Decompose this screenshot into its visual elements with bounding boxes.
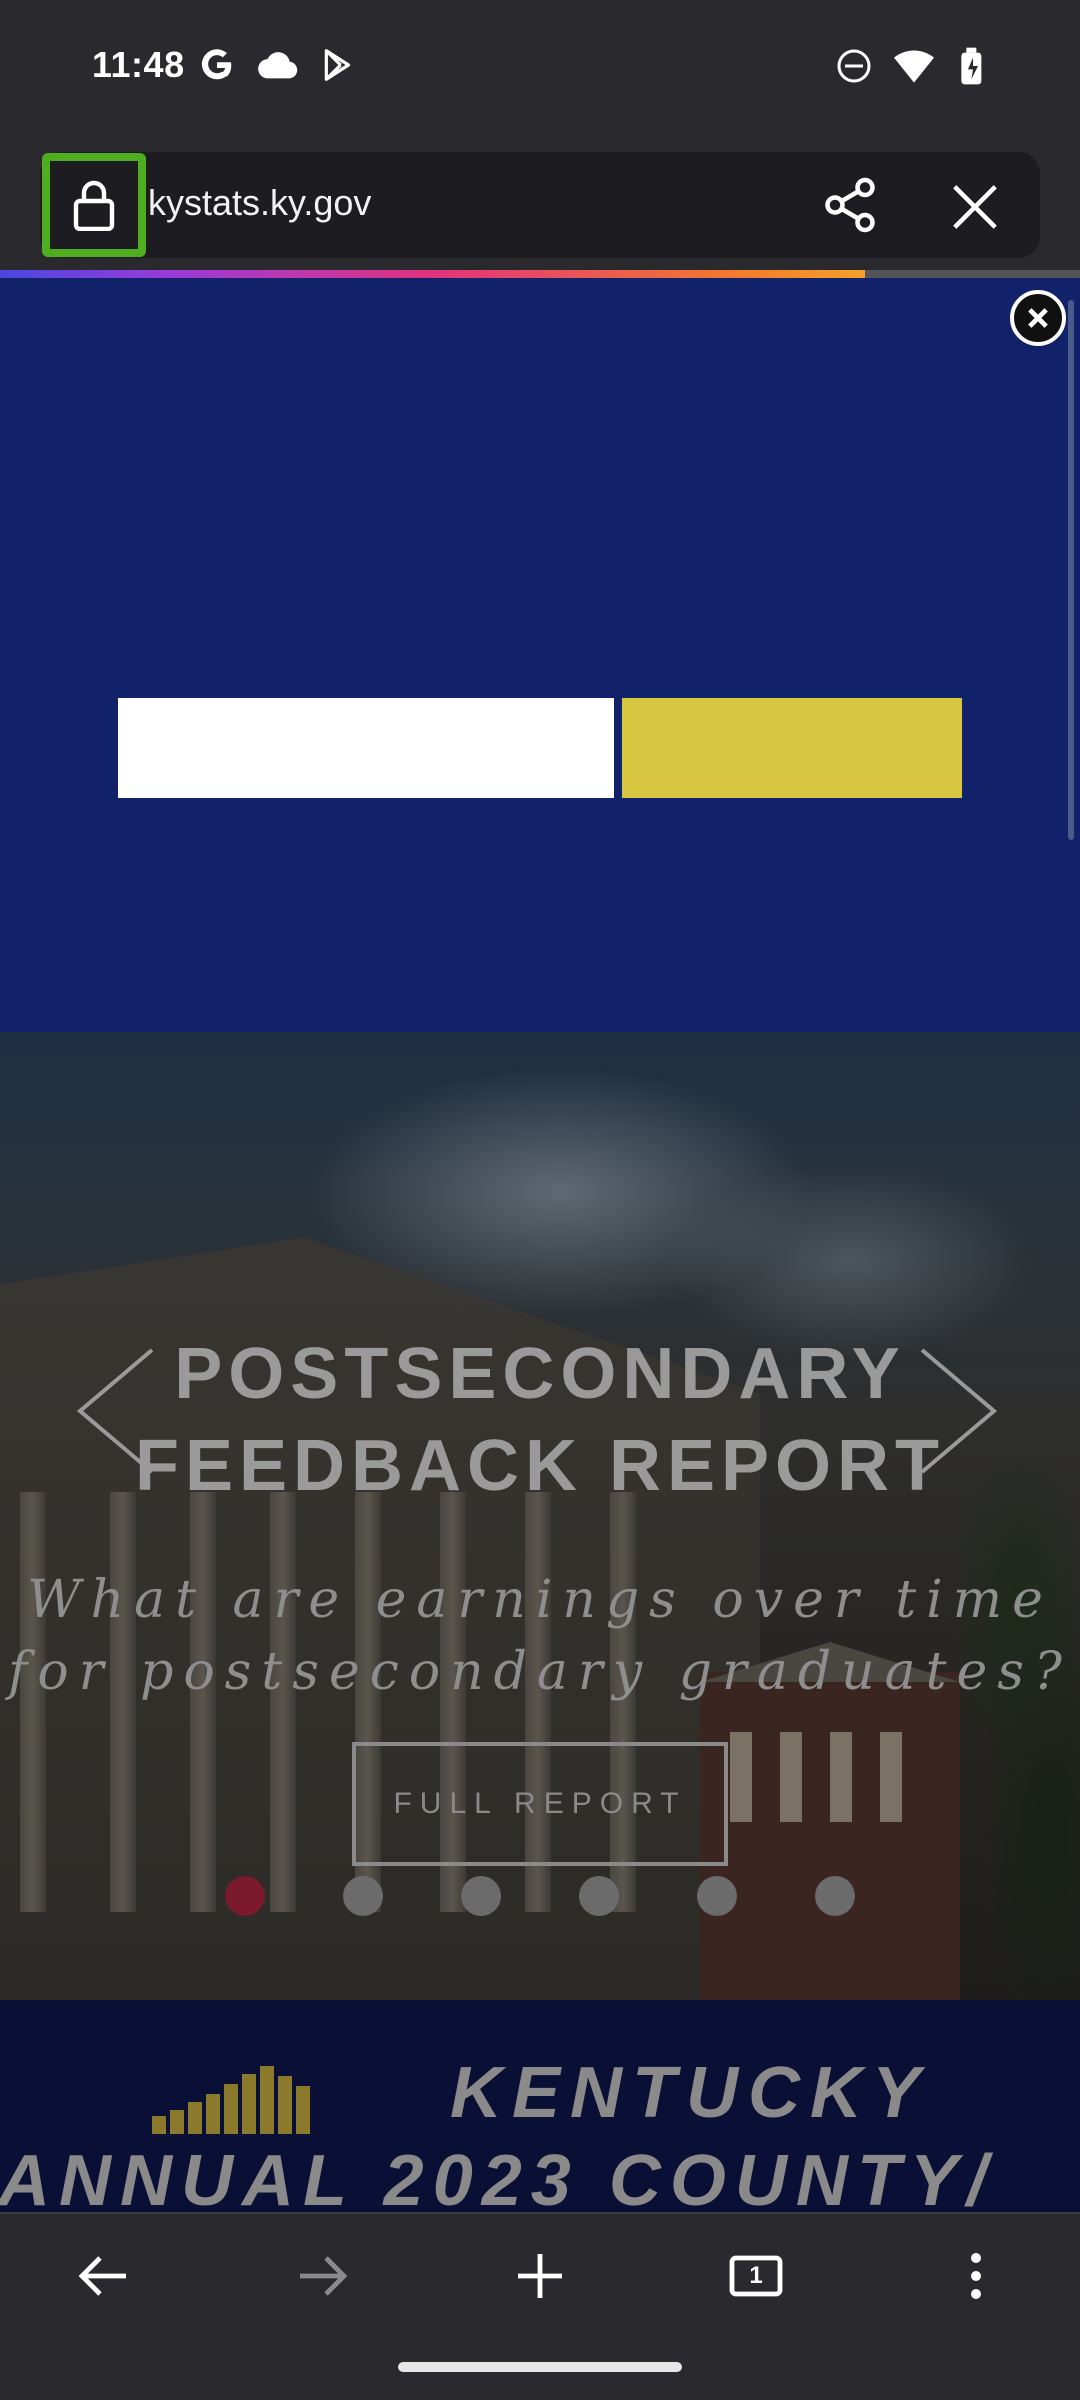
close-custom-tab-button[interactable] [948,180,1002,234]
more-menu-icon [971,2253,981,2299]
window [880,1732,902,1822]
close-icon [953,185,997,229]
play-store-icon [324,49,351,81]
slide-dot[interactable] [579,1876,619,1916]
share-button[interactable] [820,175,880,235]
close-circle-icon [1028,308,1048,328]
forward-arrow-icon [300,2256,348,2296]
status-right-icons [836,46,990,86]
popup-modal [0,278,1080,1032]
scrollbar[interactable] [1068,300,1074,840]
banner-subtitle: ANNUAL 2023 COUNTY/ [0,2141,996,2221]
slide-dot[interactable] [697,1876,737,1916]
status-left-icons [198,46,358,84]
slide-dot[interactable] [815,1876,855,1916]
banner-title: KENTUCKY [450,2053,931,2133]
hero-subtitle: What are earnings over time for postseco… [0,1564,1080,1708]
new-tab-button[interactable] [504,2240,576,2312]
url-text[interactable]: kystats.ky.gov [148,182,371,224]
hero-subtitle-line1: What are earnings over time [27,1570,1053,1630]
google-icon [201,49,232,80]
more-menu-button[interactable] [940,2240,1012,2312]
window [780,1732,802,1822]
slide-dot[interactable] [343,1876,383,1916]
hero-title: POSTSECONDARY FEEDBACK REPORT [0,1328,1080,1512]
home-indicator[interactable] [398,2362,682,2372]
page-load-progress [0,270,865,278]
status-time: 11:48 [92,44,185,85]
slide-dot[interactable] [461,1876,501,1916]
hero-title-line2: FEEDBACK REPORT [134,1426,946,1506]
cloud-icon [258,52,298,79]
new-tab-icon [518,2254,562,2298]
tab-switcher-button[interactable]: 1 [720,2240,792,2312]
modal-close-button[interactable] [1010,290,1066,346]
wifi-icon [894,50,934,83]
full-report-button[interactable]: FULL REPORT [352,1742,728,1866]
page-load-progress-track [865,270,1080,278]
battery-charging-icon [961,47,982,85]
window [730,1732,752,1822]
hero-title-line1: POSTSECONDARY [174,1334,906,1414]
tab-count: 1 [749,2262,763,2289]
site-info-button[interactable] [42,153,146,257]
window [830,1732,852,1822]
slide-dot[interactable] [225,1876,265,1916]
bar-chart-logo-icon [152,2066,310,2134]
back-button[interactable] [68,2240,140,2312]
share-icon [825,177,875,233]
dnd-icon [837,49,871,83]
modal-input-field[interactable] [118,698,614,798]
slide-pagination [225,1876,855,1916]
hero-subtitle-line2: for postsecondary graduates? [8,1642,1072,1702]
forward-button[interactable] [286,2240,358,2312]
lock-icon [73,180,115,231]
modal-submit-button[interactable] [622,698,962,798]
back-arrow-icon [78,2256,126,2296]
